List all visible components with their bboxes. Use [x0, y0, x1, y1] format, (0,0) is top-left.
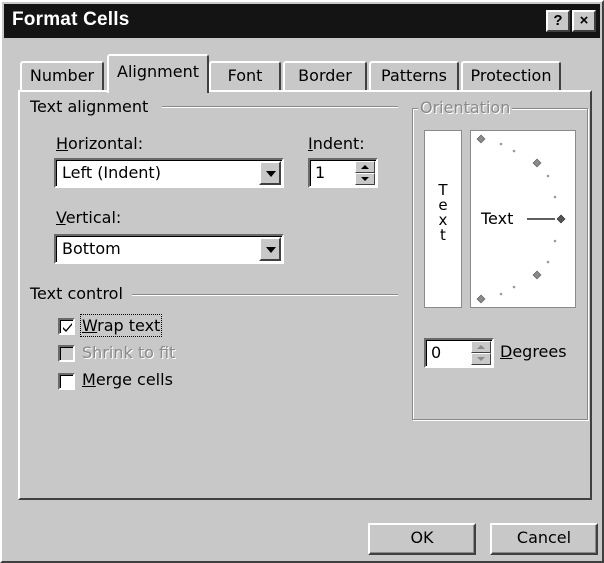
- tab-alignment[interactable]: Alignment: [107, 54, 209, 93]
- wrap-text-checkbox[interactable]: [58, 318, 75, 335]
- indent-down-button[interactable]: [355, 173, 375, 185]
- help-button[interactable]: ?: [546, 10, 570, 32]
- arrow-up-icon: [477, 345, 485, 349]
- text-alignment-separator: [162, 106, 398, 108]
- tab-number[interactable]: Number: [20, 61, 104, 91]
- ok-button[interactable]: OK: [368, 523, 476, 555]
- horizontal-dropdown-button[interactable]: [259, 161, 281, 185]
- dial-marker: [476, 134, 486, 144]
- vertical-text-orientation-box[interactable]: T e x t: [424, 130, 462, 308]
- degrees-down-button[interactable]: [471, 353, 491, 365]
- cancel-button[interactable]: Cancel: [490, 523, 598, 555]
- vertical-value: Bottom: [62, 239, 121, 258]
- orientation-dial-text: Text: [481, 209, 514, 228]
- arrow-down-icon: [477, 357, 485, 361]
- arrow-up-icon: [361, 165, 369, 169]
- indent-value: 1: [315, 163, 326, 182]
- format-cells-dialog: Format Cells ? × Number Alignment Font B…: [0, 0, 604, 563]
- indent-spinner[interactable]: 1: [308, 158, 378, 188]
- shrink-to-fit-label: Shrink to fit: [82, 343, 176, 362]
- degrees-label: Degrees: [500, 342, 567, 361]
- orientation-heading: Orientation: [418, 98, 513, 117]
- tab-font[interactable]: Font: [209, 61, 281, 91]
- degrees-spinner[interactable]: 0: [424, 338, 494, 368]
- arrow-down-icon: [361, 177, 369, 181]
- text-control-separator: [132, 294, 398, 296]
- text-control-heading: Text control: [30, 284, 123, 303]
- degrees-up-button[interactable]: [471, 341, 491, 353]
- close-button[interactable]: ×: [572, 10, 596, 32]
- dialog-title: Format Cells: [12, 9, 130, 30]
- checkmark-icon: [63, 323, 72, 332]
- horizontal-select[interactable]: Left (Indent): [54, 158, 284, 188]
- indent-up-button[interactable]: [355, 161, 375, 173]
- vertical-dropdown-button[interactable]: [259, 237, 281, 261]
- chevron-down-icon: [266, 247, 276, 253]
- tab-border[interactable]: Border: [283, 61, 367, 91]
- indent-label: Indent:: [308, 134, 365, 153]
- tab-patterns[interactable]: Patterns: [369, 61, 459, 91]
- vertical-select[interactable]: Bottom: [54, 234, 284, 264]
- text-alignment-heading: Text alignment: [30, 97, 149, 116]
- title-bar[interactable]: Format Cells ? ×: [4, 4, 600, 38]
- orientation-dial[interactable]: Text: [470, 130, 576, 308]
- merge-cells-label[interactable]: Merge cells: [82, 370, 173, 389]
- shrink-to-fit-checkbox: [58, 345, 75, 362]
- horizontal-value: Left (Indent): [62, 163, 161, 182]
- horizontal-label: Horizontal:: [56, 134, 144, 153]
- vertical-label: Vertical:: [56, 208, 122, 227]
- vertical-text-letter: t: [440, 226, 446, 244]
- chevron-down-icon: [266, 171, 276, 177]
- merge-cells-checkbox[interactable]: [58, 373, 75, 390]
- tab-protection[interactable]: Protection: [461, 61, 561, 91]
- wrap-text-label[interactable]: Wrap text: [79, 314, 163, 337]
- degrees-value: 0: [431, 343, 442, 362]
